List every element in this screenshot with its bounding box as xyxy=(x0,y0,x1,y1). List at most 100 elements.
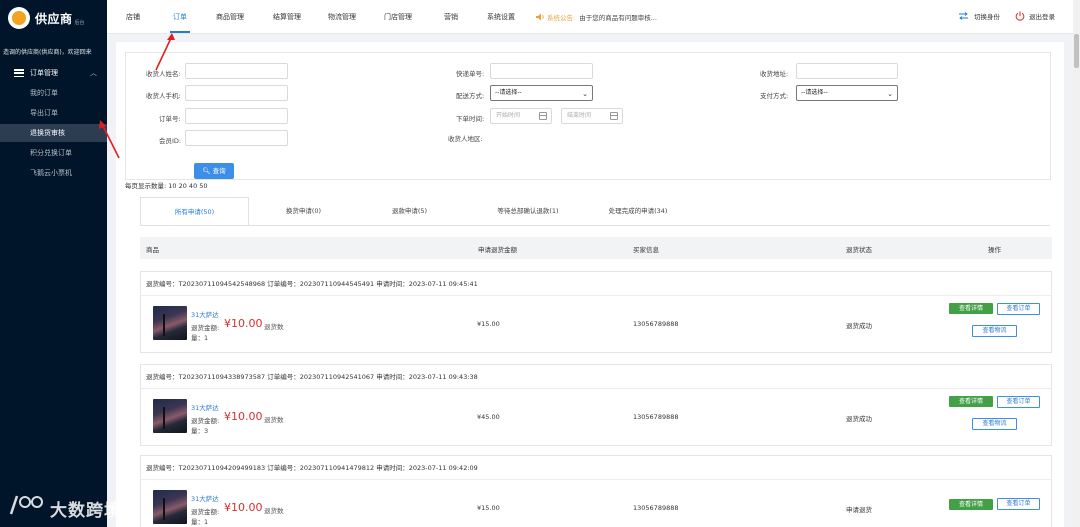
product-name-link[interactable]: 31大萨达 xyxy=(191,309,219,319)
product-name-link[interactable]: 31大萨达 xyxy=(191,493,219,503)
sidebar-item-return-review[interactable]: 退换货审核 xyxy=(0,124,107,142)
refund-qty-label: 退货数 xyxy=(264,507,284,515)
nav-product-management[interactable]: 商品管理 xyxy=(216,12,244,22)
switch-identity-button[interactable]: 切换身份 xyxy=(958,11,1000,21)
power-icon xyxy=(1015,11,1025,21)
order-info: 退货编号：T20230711094209499183 订单编号：20230711… xyxy=(141,456,1051,480)
sidebar-item-export-orders[interactable]: 导出订单 xyxy=(0,104,107,122)
member-id-input[interactable] xyxy=(185,130,288,146)
refund-amount: ¥10.00 xyxy=(224,501,263,514)
brand-sub: 后台 xyxy=(74,20,85,26)
refund-price: ¥15.00 xyxy=(477,320,500,328)
tab-completed[interactable]: 处理完成的申请(34) xyxy=(588,197,688,226)
nav-store-management[interactable]: 门店管理 xyxy=(384,12,412,22)
order-time-label: 下单时间: xyxy=(456,115,485,123)
refund-qty-label: 退货数 xyxy=(264,323,284,331)
sidebar: 供应商 后台 造调的供应商(供应商)，欢迎回来 订单管理 ︿ 我的订单 导出订单… xyxy=(0,0,121,527)
switch-identity-label: 切换身份 xyxy=(974,13,1000,21)
delivery-method-select[interactable]: --请选择-- ⌄ xyxy=(490,85,593,101)
refund-amount-label: 退货金额: xyxy=(191,324,220,332)
annotation-arrow-icon xyxy=(99,120,120,159)
welcome-text: 造调的供应商(供应商)，欢迎回来 xyxy=(3,49,92,56)
product-thumbnail[interactable] xyxy=(153,306,187,340)
tab-divider xyxy=(140,225,1050,226)
filter-panel: 收货人姓名: 收货人手机: 订单号: 会员ID: 快递单号: 配送方式: --请… xyxy=(125,52,1051,180)
refund-amount-label: 退货金额: xyxy=(191,508,220,516)
header-refund-amount: 申请退货金额 xyxy=(478,246,517,254)
nav-settlement[interactable]: 结算管理 xyxy=(273,12,301,22)
nav-system-settings[interactable]: 系统设置 xyxy=(487,12,515,22)
order-info: 退货编号：T20230711094542548968 订单编号：20230711… xyxy=(141,272,1051,296)
receiver-address-label: 收货地址: xyxy=(760,70,789,78)
buyer-phone: 13056789888 xyxy=(633,413,679,421)
delivery-method-value: --请选择-- xyxy=(495,89,522,96)
view-order-button[interactable]: 查看订单 xyxy=(997,396,1040,408)
view-logistics-button[interactable]: 查看物流 xyxy=(972,325,1017,337)
view-logistics-button[interactable]: 查看物流 xyxy=(972,418,1017,430)
refund-qty-label: 退货数 xyxy=(264,416,284,424)
table-row: 退货编号：T20230711094209499183 订单编号：20230711… xyxy=(140,455,1052,527)
list-icon xyxy=(14,69,24,77)
tab-all-applications[interactable]: 所有申请(50) xyxy=(140,197,249,226)
refund-price: ¥45.00 xyxy=(477,413,500,421)
start-time-placeholder: 开始时间 xyxy=(496,112,521,119)
annotation-arrow-icon xyxy=(155,33,175,71)
calendar-icon xyxy=(610,112,618,120)
tab-exchange[interactable]: 换货申请(0) xyxy=(266,197,341,226)
switch-icon xyxy=(959,12,968,20)
page-size-selector[interactable]: 每页显示数量: 10 20 40 50 xyxy=(125,180,208,190)
table-row: 退货编号：T20230711094542548968 订单编号：20230711… xyxy=(140,271,1052,353)
view-order-button[interactable]: 查看订单 xyxy=(997,498,1040,510)
refund-qty: 量：1 xyxy=(191,334,209,342)
logout-button[interactable]: 退出登录 xyxy=(1015,11,1055,21)
end-time-placeholder: 结束时间 xyxy=(567,112,592,119)
return-status: 申请退货 xyxy=(846,506,872,514)
brand-logo[interactable]: 供应商 后台 xyxy=(8,7,85,29)
pay-method-label: 支付方式: xyxy=(760,92,789,100)
query-button[interactable]: 🔍︎ 查询 xyxy=(194,163,234,179)
refund-qty: 量：1 xyxy=(191,518,209,526)
end-time-input[interactable]: 结束时间 xyxy=(561,108,623,124)
sidebar-item-receipt-printer[interactable]: 飞鹅云小票机 xyxy=(0,164,107,182)
start-time-input[interactable]: 开始时间 xyxy=(490,108,552,124)
refund-amount: ¥10.00 xyxy=(224,410,263,423)
receiver-name-input[interactable] xyxy=(185,63,288,79)
receiver-region-label: 收货人地区: xyxy=(448,135,483,143)
pay-method-select[interactable]: --请选择-- ⌄ xyxy=(796,85,898,101)
tab-refund[interactable]: 退款申请(5) xyxy=(372,197,447,226)
view-order-button[interactable]: 查看订单 xyxy=(997,303,1040,315)
view-detail-button[interactable]: 查看详情 xyxy=(949,396,993,407)
sidebar-item-points-orders[interactable]: 积分兑换订单 xyxy=(0,144,107,162)
tab-bar: 所有申请(50) 换货申请(0) 退款申请(5) 等待总部确认退款(1) 处理完… xyxy=(140,197,1050,226)
product-thumbnail[interactable] xyxy=(153,399,187,433)
notice-text: 由于您的商品有问题审核... xyxy=(579,14,657,22)
page-scrollbar[interactable] xyxy=(1073,0,1080,527)
search-icon: 🔍︎ xyxy=(202,167,211,175)
nav-orders[interactable]: 订单 xyxy=(173,12,187,22)
calendar-icon xyxy=(539,112,547,120)
express-no-input[interactable] xyxy=(490,63,593,79)
product-thumbnail[interactable] xyxy=(153,490,187,524)
order-no-input[interactable] xyxy=(185,108,288,124)
sidebar-item-my-orders[interactable]: 我的订单 xyxy=(0,84,107,102)
tab-awaiting-confirmation[interactable]: 等待总部确认退款(1) xyxy=(480,197,576,226)
scrollbar-thumb[interactable] xyxy=(1074,34,1079,68)
sidebar-group-order-management[interactable]: 订单管理 ︿ xyxy=(0,64,107,82)
nav-marketing[interactable]: 营销 xyxy=(444,12,458,22)
brand-name: 供应商 xyxy=(35,11,73,26)
header-status: 退货状态 xyxy=(846,246,872,254)
nav-store[interactable]: 店铺 xyxy=(126,12,140,22)
view-detail-button[interactable]: 查看详情 xyxy=(949,499,993,510)
product-name-link[interactable]: 31大萨达 xyxy=(191,402,219,412)
receiver-phone-input[interactable] xyxy=(185,85,288,101)
nav-logistics[interactable]: 物流管理 xyxy=(328,12,356,22)
top-nav: 店铺 订单 商品管理 结算管理 物流管理 门店管理 营销 系统设置 系统公告: … xyxy=(107,0,1073,34)
refund-amount-label: 退货金额: xyxy=(191,417,220,425)
receiver-address-input[interactable] xyxy=(796,63,898,79)
return-status: 退货成功 xyxy=(846,415,872,423)
notice-label: 系统公告: xyxy=(547,14,576,22)
view-detail-button[interactable]: 查看详情 xyxy=(949,303,993,314)
express-no-label: 快递单号: xyxy=(456,70,485,78)
main-content: 收货人姓名: 收货人手机: 订单号: 会员ID: 快递单号: 配送方式: --请… xyxy=(116,42,1064,527)
system-notice[interactable]: 系统公告: 由于您的商品有问题审核... xyxy=(536,12,657,22)
